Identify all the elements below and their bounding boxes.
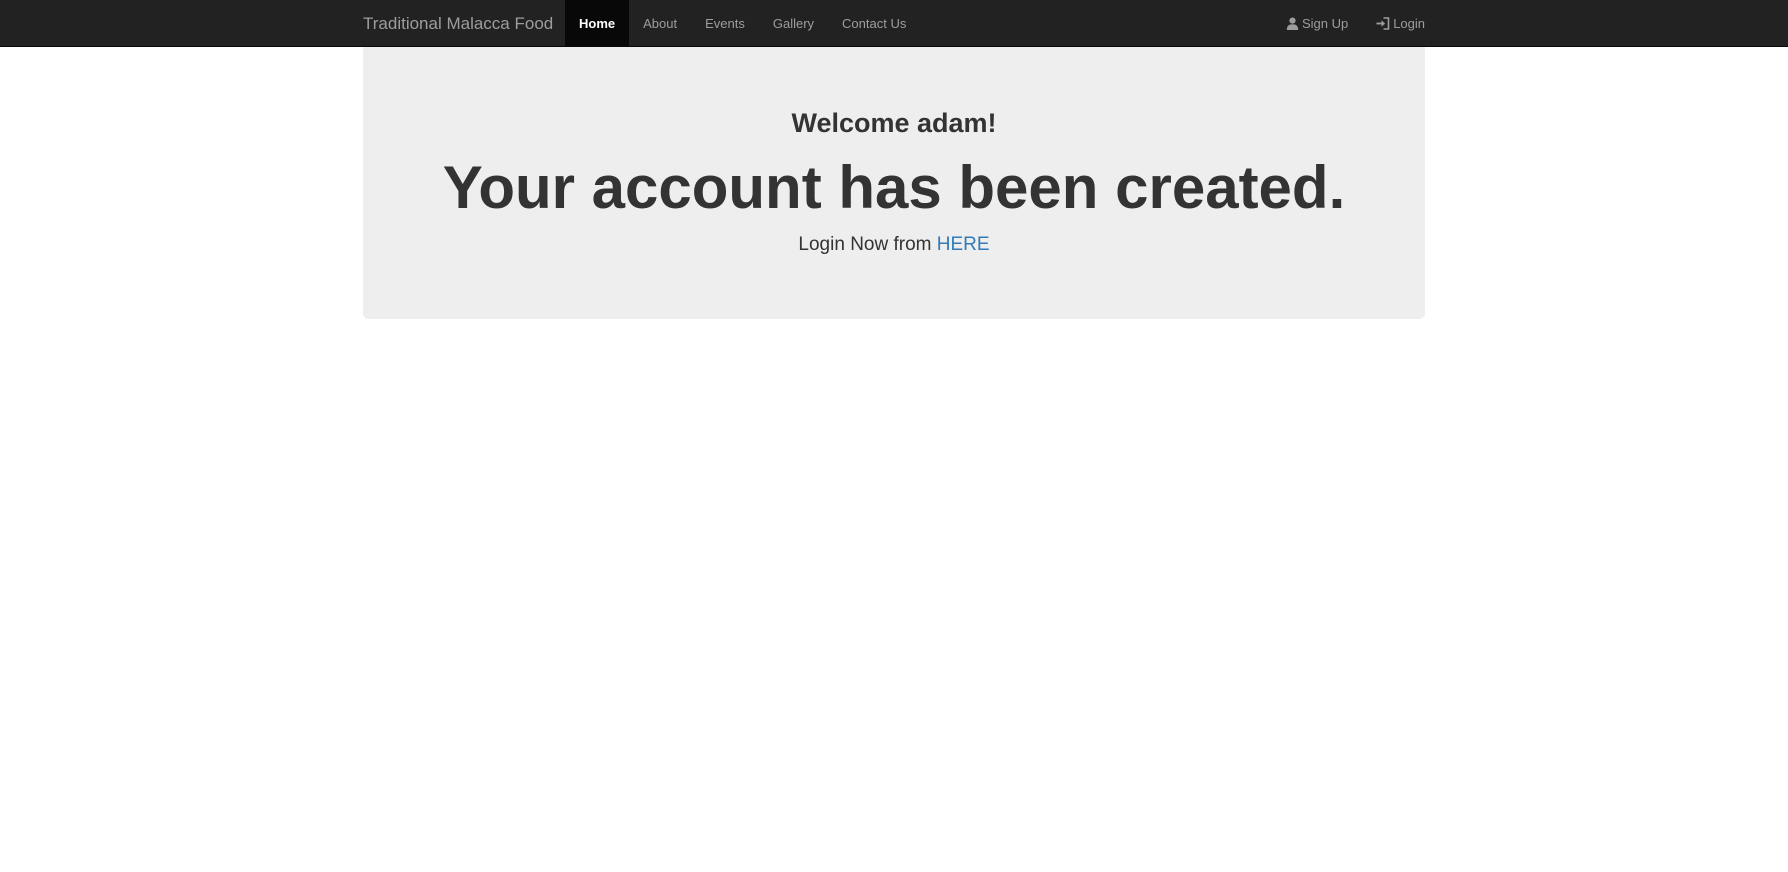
login-icon: [1376, 17, 1390, 30]
nav-item-about[interactable]: About: [629, 0, 691, 47]
welcome-heading: Welcome adam!: [791, 108, 997, 138]
account-created-heading: Your account has been created.: [442, 154, 1346, 221]
nav-item-gallery[interactable]: Gallery: [759, 0, 828, 47]
navbar-container: Traditional Malacca Food Home About Even…: [363, 0, 1425, 47]
login-prompt: Login Now from HERE: [363, 235, 1425, 254]
nav-account-menu: Sign Up Login: [1258, 0, 1425, 47]
login-prompt-text: Login Now from: [798, 234, 932, 255]
nav-item-contact-us[interactable]: Contact Us: [828, 0, 920, 47]
nav-item-home[interactable]: Home: [565, 0, 630, 47]
top-navbar: Traditional Malacca Food Home About Even…: [0, 0, 1788, 47]
sign-up-link[interactable]: Sign Up: [1258, 0, 1348, 47]
login-label: Login: [1393, 16, 1425, 31]
login-link[interactable]: Login: [1348, 0, 1425, 47]
nav-item-events[interactable]: Events: [691, 0, 759, 47]
nav-menu: Home About Events Gallery Contact Us: [565, 0, 920, 47]
welcome-jumbotron: Welcome adam! Your account has been crea…: [363, 47, 1425, 319]
navbar-brand[interactable]: Traditional Malacca Food: [363, 0, 553, 47]
sign-up-label: Sign Up: [1301, 16, 1349, 31]
user-icon: [1286, 17, 1299, 30]
here-login-link[interactable]: HERE: [937, 234, 990, 255]
